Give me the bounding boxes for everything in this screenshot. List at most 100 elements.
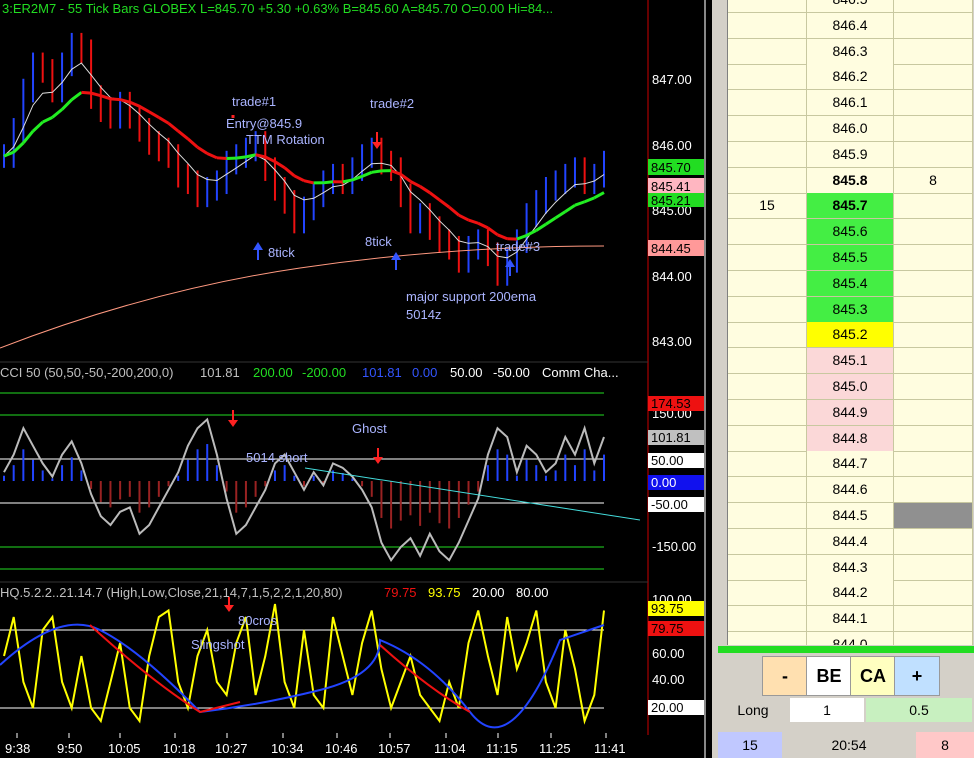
cancel-all-button[interactable]: CA [850, 656, 896, 696]
dom-ask-cell[interactable] [894, 399, 973, 426]
dom-ask-cell[interactable] [894, 64, 973, 91]
trend-ema-segment [3, 150, 15, 158]
dom-ask-cell[interactable] [894, 580, 973, 607]
dom-bid-cell[interactable] [728, 0, 807, 13]
dom-bid-cell[interactable] [728, 632, 807, 645]
dom-ask-cell[interactable] [894, 270, 973, 297]
stoch-axis-label: 40.00 [652, 672, 685, 687]
dom-bid-cell[interactable] [728, 606, 807, 633]
dom-row[interactable]: 845.3 [728, 296, 973, 323]
dom-row[interactable]: 844.1 [728, 606, 973, 633]
dom-bid-cell[interactable]: 15 [728, 193, 807, 220]
dom-ask-cell[interactable] [894, 245, 973, 271]
dom-row[interactable]: 845.6 [728, 219, 973, 246]
dom-ask-cell[interactable] [894, 193, 973, 220]
dom-ladder[interactable]: 846.5846.4846.3846.2846.1846.0845.9845.8… [727, 0, 973, 645]
dom-row[interactable]: 845.5 [728, 245, 973, 271]
dom-ask-cell[interactable] [894, 451, 973, 478]
dom-row[interactable]: 844.6 [728, 477, 973, 504]
dom-bid-cell[interactable] [728, 219, 807, 246]
dom-ask-cell[interactable] [894, 528, 973, 555]
buy-plus-button[interactable]: + [894, 656, 940, 696]
dom-ask-cell[interactable] [894, 322, 973, 349]
stoch-axis-label: 60.00 [652, 646, 685, 661]
dom-bid-cell[interactable] [728, 528, 807, 555]
dom-row[interactable]: 15 845.7 [728, 193, 973, 220]
chart-canvas[interactable]: 3:ER2M7 - 55 Tick Bars GLOBEX L=845.70 +… [0, 0, 712, 758]
trend-ema-segment [574, 200, 586, 207]
price-chart-panel[interactable]: 3:ER2M7 - 55 Tick Bars GLOBEX L=845.70 +… [0, 0, 712, 758]
dom-row[interactable]: 846.3 [728, 38, 973, 65]
dom-row[interactable]: 844.0 [728, 632, 973, 645]
footer-clock: 20:54 [784, 732, 914, 758]
dom-bid-cell[interactable] [728, 12, 807, 39]
dom-ask-cell[interactable] [894, 425, 973, 452]
dom-bid-cell[interactable] [728, 425, 807, 452]
time-axis-label: 9:50 [57, 741, 82, 756]
dom-bid-cell[interactable] [728, 477, 807, 504]
dom-ask-cell[interactable] [894, 0, 973, 13]
dom-bid-cell[interactable] [728, 451, 807, 478]
dom-row[interactable]: 846.5 [728, 0, 973, 13]
dom-row[interactable]: 846.1 [728, 90, 973, 117]
dom-row[interactable]: 844.7 [728, 451, 973, 478]
dom-row[interactable]: 846.0 [728, 116, 973, 142]
dom-row[interactable]: 844.3 [728, 554, 973, 581]
dom-ask-cell[interactable] [894, 219, 973, 246]
dom-ask-cell[interactable] [894, 116, 973, 142]
dom-row[interactable]: 845.4 [728, 270, 973, 297]
dom-ask-cell[interactable] [894, 12, 973, 39]
annotation-5014-short: 5014 short [246, 450, 308, 465]
dom-ask-cell[interactable] [894, 554, 973, 581]
dom-bid-cell[interactable] [728, 116, 807, 142]
dom-price-cell: 845.1 [807, 348, 894, 375]
dom-row[interactable]: 846.4 [728, 12, 973, 39]
dom-row[interactable]: 846.2 [728, 64, 973, 91]
annotation-trade3: trade#3 [496, 239, 540, 254]
dom-row[interactable]: 845.1 [728, 348, 973, 375]
price-tag-200ema-text: 844.45 [651, 241, 691, 256]
dom-ask-cell[interactable] [894, 296, 973, 323]
dom-row[interactable]: 845.0 [728, 374, 973, 400]
dom-ask-cell[interactable] [894, 503, 973, 529]
dom-row[interactable]: 845.9 [728, 141, 973, 168]
dom-row[interactable]: 844.8 [728, 425, 973, 452]
dom-bid-cell[interactable] [728, 374, 807, 400]
trend-ema-segment [61, 98, 73, 111]
dom-bid-cell[interactable] [728, 503, 807, 529]
dom-price-cell: 845.4 [807, 270, 894, 297]
dom-ask-cell[interactable]: 8 [894, 167, 973, 194]
dom-ask-cell[interactable] [894, 141, 973, 168]
dom-bid-cell[interactable] [728, 38, 807, 65]
stoch-tag-c-text: 20.00 [651, 700, 684, 715]
dom-ask-cell[interactable] [894, 606, 973, 633]
dom-bid-cell[interactable] [728, 270, 807, 297]
sell-minus-button[interactable]: - [762, 656, 808, 696]
breakeven-button[interactable]: BE [806, 656, 852, 696]
dom-ask-cell[interactable] [894, 632, 973, 645]
trend-ema-segment [177, 129, 189, 140]
dom-ask-cell[interactable] [894, 38, 973, 65]
dom-bid-cell[interactable] [728, 348, 807, 375]
dom-bid-cell[interactable] [728, 90, 807, 117]
dom-bid-cell[interactable] [728, 167, 807, 194]
dom-ask-cell[interactable] [894, 477, 973, 504]
dom-bid-cell[interactable] [728, 141, 807, 168]
dom-ask-cell[interactable] [894, 90, 973, 117]
dom-bid-cell[interactable] [728, 554, 807, 581]
dom-ask-cell[interactable] [894, 374, 973, 400]
dom-bid-cell[interactable] [728, 245, 807, 271]
dom-row[interactable]: 844.9 [728, 399, 973, 426]
dom-row[interactable]: 844.5 [728, 503, 973, 529]
dom-ask-cell[interactable] [894, 348, 973, 375]
dom-bid-cell[interactable] [728, 322, 807, 349]
depth-of-market-panel[interactable]: 846.5846.4846.3846.2846.1846.0845.9845.8… [712, 0, 974, 758]
dom-bid-cell[interactable] [728, 296, 807, 323]
dom-row[interactable]: 844.4 [728, 528, 973, 555]
dom-row[interactable]: 844.2 [728, 580, 973, 607]
dom-row[interactable]: 845.8 8 [728, 167, 973, 194]
dom-bid-cell[interactable] [728, 580, 807, 607]
dom-bid-cell[interactable] [728, 64, 807, 91]
dom-row[interactable]: 845.2 [728, 322, 973, 349]
dom-bid-cell[interactable] [728, 399, 807, 426]
